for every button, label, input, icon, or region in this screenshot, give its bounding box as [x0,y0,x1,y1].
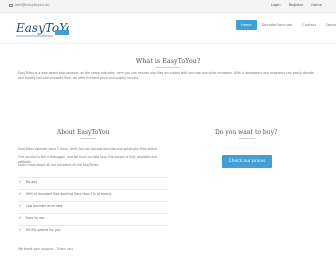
nav-home[interactable]: Home [236,20,257,30]
feature-item: ✓ Low decoder error rate [18,201,168,209]
login-link[interactable]: Login [271,3,281,7]
top-bar: info@easytoyou.eu Login Register Home [0,0,336,13]
nav-decoders[interactable]: Decoders [321,20,336,30]
feature-label: 99.9% uptime for you [26,227,61,232]
contact-email[interactable]: info@easytoyou.eu [9,3,50,7]
envelope-icon [9,3,13,7]
check-icon: ✓ [18,214,22,220]
register-link[interactable]: Register [289,3,304,7]
contact-email-text: info@easytoyou.eu [15,3,50,7]
site-header: EasyToYou Home Decoder/Ioncube Contact D… [0,13,336,44]
check-icon: ✓ [18,226,22,232]
header-divider [0,43,336,44]
about-title-rule [80,138,96,139]
feature-item: ✓ 99.9% uptime for you [18,225,168,233]
feature-label: Low decoder error rate [26,203,63,208]
logo-graphic: EasyToYou [15,21,69,37]
check-prices-button[interactable]: Check our prices [222,155,272,168]
check-icon: ✓ [18,202,22,208]
about-note: We thank your support - Thank you [18,247,73,251]
site-logo[interactable]: EasyToYou [15,17,69,39]
intro-text: EasyToYou is a web based php decoder, as… [18,71,315,80]
feature-item: ✓ No ads [18,177,168,185]
nav-contact[interactable]: Contact [297,20,321,30]
nav-decoder-ioncube[interactable]: Decoder/Ioncube [257,20,298,30]
top-links: Login Register Home [271,3,322,7]
feature-label: Easy to use [26,215,45,220]
about-text-line-3: Learn more about all our decoders at the… [18,163,100,167]
intro-title-rule [156,67,180,68]
main-nav: Home Decoder/Ioncube Contact Decoders [236,20,336,30]
about-text-line-1: EasyToYou decoder have 1 main. Here you … [18,147,159,151]
check-icon: ✓ [18,190,22,196]
feature-label: No ads [26,179,37,184]
feature-item: ✓ Easy to use [18,213,168,221]
feature-label: 99% of decoded files working (less than … [26,191,112,196]
buy-title: Do you want to buy? [215,129,278,136]
about-title: About EasyToYou [57,129,110,136]
check-icon: ✓ [18,178,22,184]
intro-title: What is EasyToYou? [135,57,201,65]
home-link[interactable]: Home [311,3,322,7]
feature-item: ✓ 99% of decoded files working (less tha… [18,189,168,197]
buy-title-rule [239,138,255,139]
